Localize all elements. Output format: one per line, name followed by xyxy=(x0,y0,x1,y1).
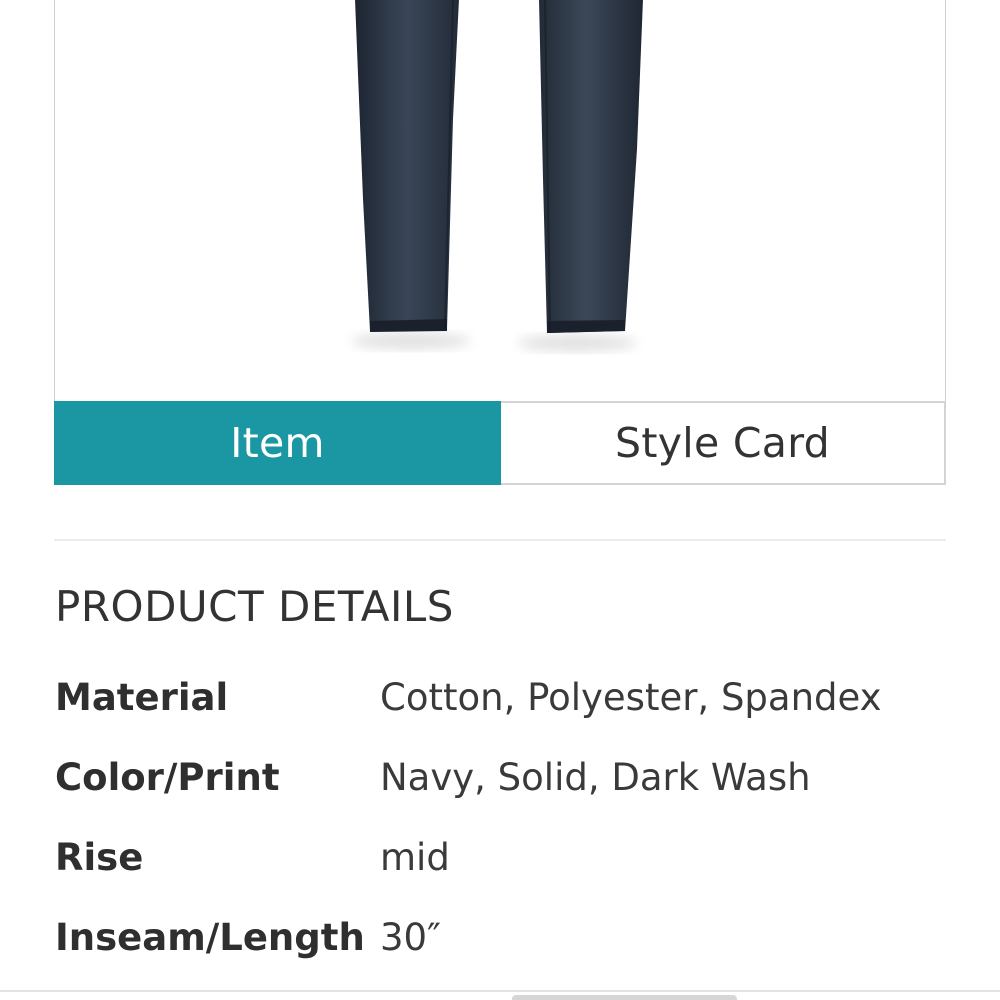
tab-item[interactable]: Item xyxy=(54,401,501,485)
detail-value: Cotton, Polyester, Spandex xyxy=(380,676,882,719)
detail-row-inseam-length: Inseam/Length 30″ xyxy=(55,916,955,996)
detail-value: mid xyxy=(380,836,450,879)
section-divider xyxy=(54,539,946,541)
jeans-product-image xyxy=(351,0,643,351)
detail-row-rise: Rise mid xyxy=(55,836,955,916)
product-details-list: Material Cotton, Polyester, Spandex Colo… xyxy=(55,676,955,996)
detail-row-material: Material Cotton, Polyester, Spandex xyxy=(55,676,955,756)
detail-row-color-print: Color/Print Navy, Solid, Dark Wash xyxy=(55,756,955,836)
detail-label: Inseam/Length xyxy=(55,916,365,959)
product-image-frame[interactable] xyxy=(54,0,946,403)
scroll-indicator[interactable] xyxy=(512,995,737,1000)
detail-label: Rise xyxy=(55,836,144,879)
detail-label: Material xyxy=(55,676,229,719)
product-tabs: Item Style Card xyxy=(54,401,946,485)
detail-value: Navy, Solid, Dark Wash xyxy=(380,756,811,799)
product-page: Item Style Card PRODUCT DETAILS Material… xyxy=(0,0,1000,1000)
tab-style-card[interactable]: Style Card xyxy=(501,401,946,485)
detail-label: Color/Print xyxy=(55,756,280,799)
product-details-title: PRODUCT DETAILS xyxy=(55,582,454,631)
bottom-divider xyxy=(0,990,1000,992)
detail-value: 30″ xyxy=(380,916,441,959)
